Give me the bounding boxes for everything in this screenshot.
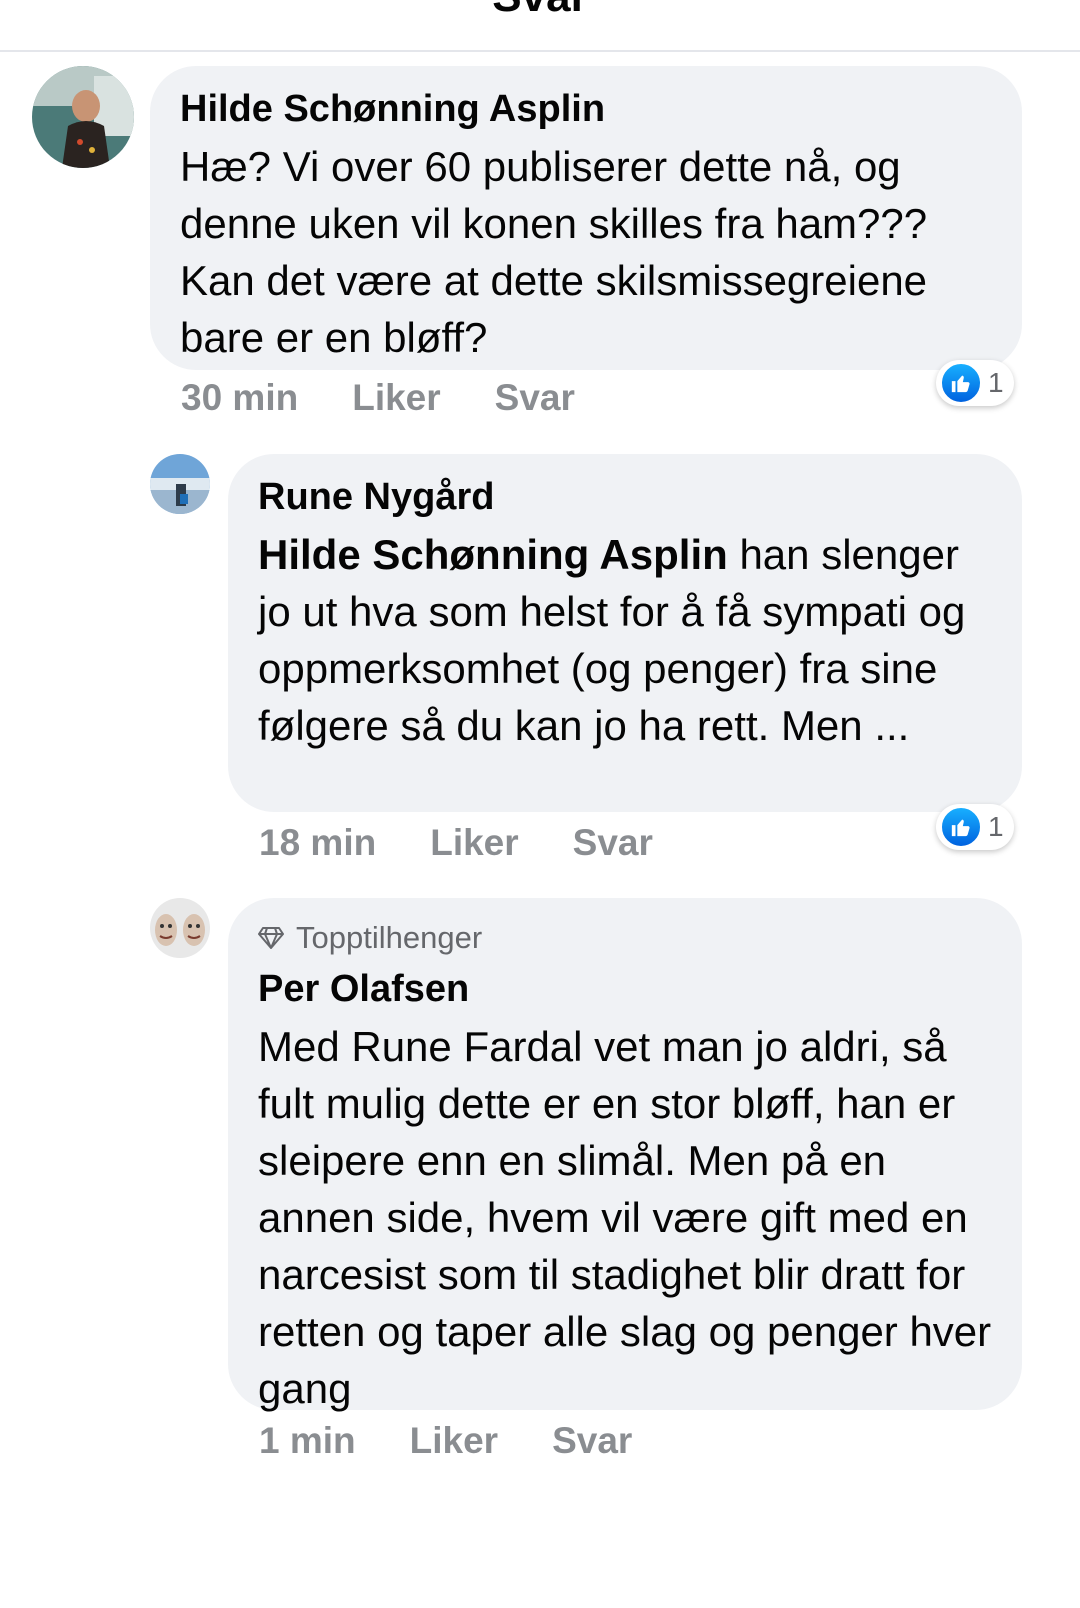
comment-timestamp[interactable]: 30 min — [181, 377, 298, 419]
top-fan-badge: Topptilhenger — [258, 916, 992, 960]
avatar-photo — [150, 898, 210, 958]
badge-label: Topptilhenger — [296, 920, 483, 955]
diamond-icon — [258, 927, 284, 949]
reaction-badge[interactable]: 1 — [936, 804, 1014, 850]
thumbs-up-icon — [940, 362, 982, 404]
comment-actions: 18 min Liker Svar — [259, 822, 707, 864]
comment-text: Hilde Schønning Asplin han slenger jo ut… — [258, 526, 992, 754]
comment-actions: 1 min Liker Svar — [259, 1420, 686, 1462]
reply-button[interactable]: Svar — [552, 1420, 632, 1462]
comment-bubble: Hilde Schønning Asplin Hæ? Vi over 60 pu… — [150, 66, 1022, 370]
mention-link[interactable]: Hilde Schønning Asplin — [258, 531, 728, 578]
avatar[interactable] — [150, 898, 210, 958]
comment-author[interactable]: Per Olafsen — [258, 960, 992, 1018]
comment-text: Med Rune Fardal vet man jo aldri, så ful… — [258, 1023, 992, 1412]
comment-text: Hæ? Vi over 60 publiserer dette nå, og d… — [180, 143, 928, 361]
reaction-count: 1 — [988, 367, 1004, 398]
comment-timestamp[interactable]: 18 min — [259, 822, 376, 864]
comment-bubble: Topptilhenger Per Olafsen Med Rune Farda… — [228, 898, 1022, 1412]
reaction-badge[interactable]: 1 — [936, 360, 1014, 406]
comment-actions: 30 min Liker Svar — [181, 377, 629, 419]
comment-author[interactable]: Hilde Schønning Asplin — [180, 80, 992, 138]
like-button[interactable]: Liker — [352, 377, 440, 419]
like-button[interactable]: Liker — [430, 822, 518, 864]
top-bar: Svar — [0, 0, 1080, 52]
comment-author[interactable]: Rune Nygård — [258, 468, 992, 526]
avatar[interactable] — [32, 66, 134, 168]
reply-button[interactable]: Svar — [495, 377, 575, 419]
comment-bubble: Rune Nygård Hilde Schønning Asplin han s… — [228, 454, 1022, 812]
page-title: Svar — [0, 0, 1080, 22]
avatar[interactable] — [150, 454, 210, 514]
avatar-photo — [32, 66, 134, 168]
reaction-count: 1 — [988, 811, 1004, 842]
comment-timestamp[interactable]: 1 min — [259, 1420, 356, 1462]
reply-button[interactable]: Svar — [573, 822, 653, 864]
avatar-photo — [150, 454, 210, 514]
like-button[interactable]: Liker — [410, 1420, 498, 1462]
thumbs-up-icon — [940, 806, 982, 848]
